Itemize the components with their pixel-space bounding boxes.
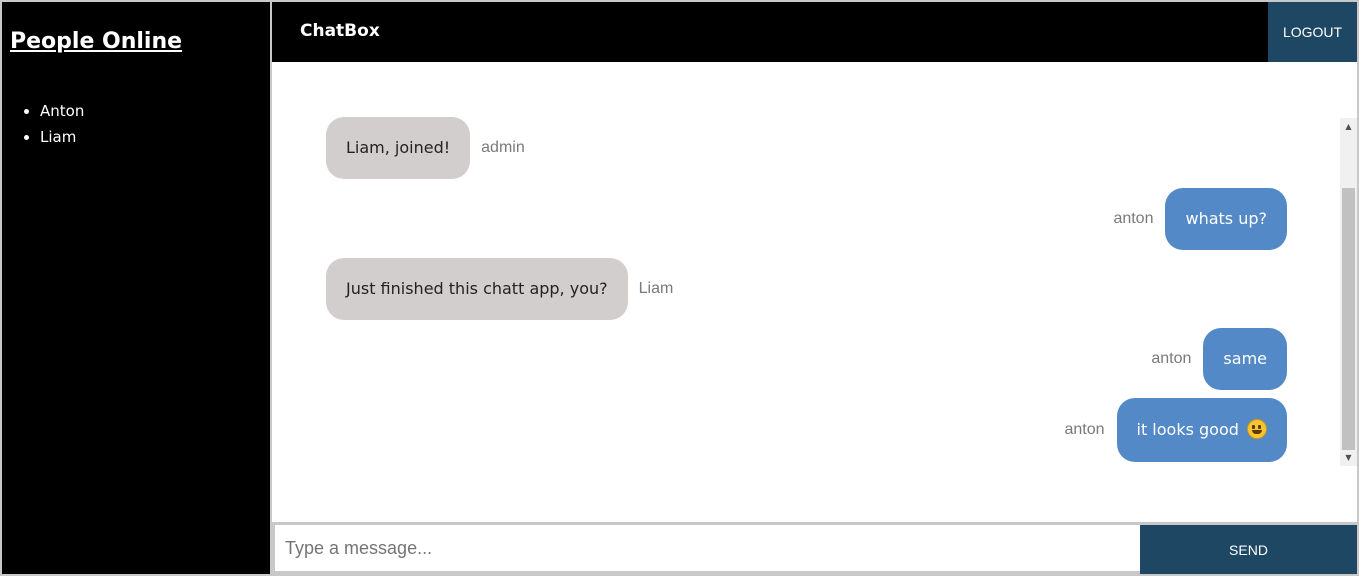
message-sender: anton — [1064, 421, 1105, 438]
message-sender: Liam — [638, 280, 674, 297]
header: ChatBox LOGOUT — [272, 2, 1357, 62]
message-bubble: it looks good — [1116, 398, 1287, 462]
online-user: Anton — [40, 100, 84, 126]
scroll-thumb[interactable] — [1342, 188, 1355, 450]
message-sender: anton — [1113, 210, 1154, 227]
message-input[interactable] — [275, 525, 1146, 571]
message-row: anton it looks good — [1064, 398, 1287, 462]
brand-title: ChatBox — [300, 21, 380, 41]
message-row: Just finished this chatt app, you? Liam — [326, 258, 673, 320]
message-sender: anton — [1151, 350, 1192, 367]
message-bubble: Liam, joined! — [326, 117, 471, 179]
message-sender: admin — [481, 139, 525, 156]
logout-button[interactable]: LOGOUT — [1268, 2, 1357, 62]
online-users-list: Anton Liam — [40, 100, 84, 152]
message-bubble: Just finished this chatt app, you? — [326, 258, 628, 320]
sidebar-title: People Online — [10, 29, 183, 54]
message-row: Liam, joined! admin — [326, 117, 525, 179]
sidebar: People Online Anton Liam — [2, 2, 270, 574]
message-text: it looks good — [1136, 420, 1239, 439]
send-button[interactable]: SEND — [1140, 525, 1357, 574]
online-user: Liam — [40, 126, 84, 152]
message-bubble: same — [1203, 328, 1287, 390]
message-scrollbar[interactable]: ▲ ▼ — [1340, 118, 1357, 466]
message-bubble: whats up? — [1165, 188, 1287, 250]
scroll-up-arrow-icon[interactable]: ▲ — [1340, 118, 1357, 135]
message-row: anton same — [1151, 328, 1287, 390]
composer-bar: SEND — [272, 522, 1357, 574]
smiley-icon — [1247, 418, 1267, 439]
scroll-down-arrow-icon[interactable]: ▼ — [1340, 449, 1357, 466]
app-window: People Online Anton Liam ChatBox LOGOUT … — [2, 2, 1357, 574]
message-row: anton whats up? — [1113, 188, 1287, 250]
message-list: Liam, joined! admin anton whats up? Just… — [272, 62, 1357, 522]
